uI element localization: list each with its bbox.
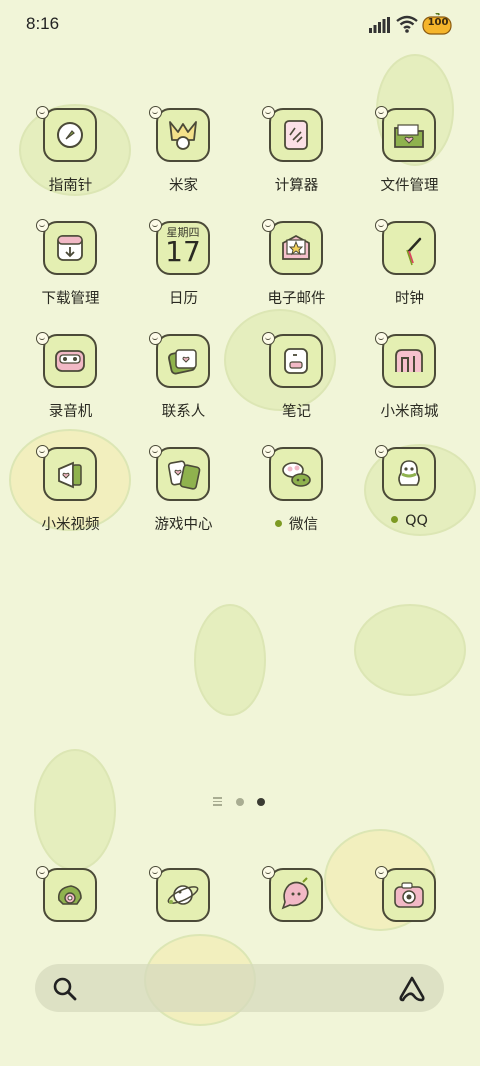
smiley-badge xyxy=(149,445,162,458)
app-label: 米家 xyxy=(169,178,198,194)
smiley-badge xyxy=(149,219,162,232)
smiley-badge xyxy=(36,219,49,232)
app-label: 指南针 xyxy=(48,178,93,194)
app-recorder[interactable]: 录音机 xyxy=(14,332,127,445)
app-compass[interactable]: 指南针 xyxy=(14,106,127,219)
app-label: 微信 xyxy=(240,513,353,534)
calculator-icon xyxy=(284,120,308,150)
app-label: 电子邮件 xyxy=(267,291,326,307)
status-time: 8:16 xyxy=(26,14,60,33)
app-game-center[interactable]: 游戏中心 xyxy=(127,445,240,558)
smiley-badge xyxy=(149,866,162,879)
app-label: 录音机 xyxy=(48,404,93,420)
qq-penguin-icon xyxy=(398,460,420,486)
download-icon xyxy=(57,235,83,261)
smiley-badge xyxy=(36,445,49,458)
smiley-badge xyxy=(375,445,388,458)
smiley-badge xyxy=(375,866,388,879)
app-clock[interactable]: 时钟 xyxy=(353,219,466,332)
app-label: 文件管理 xyxy=(380,178,439,194)
phone-icon xyxy=(57,885,82,905)
smiley-badge xyxy=(149,332,162,345)
page-dot xyxy=(236,798,244,806)
search-icon[interactable] xyxy=(52,976,78,1002)
status-bar: 8:16 100 xyxy=(0,0,480,50)
notes-icon xyxy=(284,348,308,374)
app-label: 计算器 xyxy=(274,178,319,194)
smiley-badge xyxy=(262,106,275,119)
camera-icon xyxy=(394,882,424,908)
app-mi-store[interactable]: 小米商城 xyxy=(353,332,466,445)
page-list-icon xyxy=(213,797,222,806)
app-label-text: QQ xyxy=(405,513,428,529)
app-calculator[interactable]: 计算器 xyxy=(240,106,353,219)
smiley-badge xyxy=(262,332,275,345)
calendar-day: 17 xyxy=(165,235,201,268)
app-email[interactable]: 电子邮件 xyxy=(240,219,353,332)
app-qq[interactable]: QQ xyxy=(353,445,466,558)
app-notes[interactable]: 笔记 xyxy=(240,332,353,445)
message-icon xyxy=(281,877,309,910)
mail-icon xyxy=(282,234,310,260)
page-dot-active xyxy=(257,798,265,806)
smiley-badge xyxy=(375,106,388,119)
mijia-icon xyxy=(169,121,197,150)
dock-camera[interactable] xyxy=(353,866,466,979)
smiley-badge xyxy=(36,106,49,119)
app-file-manager[interactable]: 文件管理 xyxy=(353,106,466,219)
app-label: 游戏中心 xyxy=(154,517,213,533)
wifi-icon xyxy=(396,15,418,33)
wechat-icon xyxy=(282,462,311,487)
app-label: 小米商城 xyxy=(380,404,439,420)
clock-icon xyxy=(406,237,422,266)
app-label-text: 微信 xyxy=(289,517,318,533)
smiley-badge xyxy=(149,106,162,119)
app-wechat[interactable]: 微信 xyxy=(240,445,353,558)
assistant-icon[interactable] xyxy=(397,975,427,1003)
smiley-badge xyxy=(262,219,275,232)
page-indicator[interactable] xyxy=(0,796,480,810)
recorder-icon xyxy=(55,350,85,372)
browser-planet-icon xyxy=(167,885,199,905)
smiley-badge xyxy=(262,866,275,879)
new-badge-dot xyxy=(275,519,282,527)
dock xyxy=(0,866,480,926)
app-label: 时钟 xyxy=(395,291,424,307)
dock-browser[interactable] xyxy=(127,866,240,979)
smiley-badge xyxy=(36,866,49,879)
compass-icon xyxy=(57,122,83,148)
app-label: 日历 xyxy=(169,291,198,307)
app-label: 下载管理 xyxy=(41,291,100,307)
folder-icon xyxy=(394,124,424,148)
smiley-badge xyxy=(375,332,388,345)
search-bar[interactable] xyxy=(35,964,444,1012)
contacts-icon xyxy=(168,349,197,375)
app-mi-video[interactable]: 小米视频 xyxy=(14,445,127,558)
dock-messages[interactable] xyxy=(240,866,353,979)
app-label: 联系人 xyxy=(161,404,206,420)
app-calendar[interactable]: 星期四 17 日历 xyxy=(127,219,240,332)
smiley-badge xyxy=(262,445,275,458)
video-icon xyxy=(58,461,82,489)
app-label: 笔记 xyxy=(282,404,311,420)
app-label: QQ xyxy=(353,513,466,529)
battery-level: 100 xyxy=(427,17,449,28)
app-label: 小米视频 xyxy=(41,517,100,533)
dock-phone[interactable] xyxy=(14,866,127,979)
smiley-badge xyxy=(375,219,388,232)
game-center-icon xyxy=(167,460,201,490)
app-mijia[interactable]: 米家 xyxy=(127,106,240,219)
cellular-signal-icon xyxy=(369,17,390,33)
smiley-badge xyxy=(36,332,49,345)
app-contacts[interactable]: 联系人 xyxy=(127,332,240,445)
new-badge-dot xyxy=(391,515,399,523)
app-download-manager[interactable]: 下载管理 xyxy=(14,219,127,332)
mi-store-icon xyxy=(395,349,423,372)
